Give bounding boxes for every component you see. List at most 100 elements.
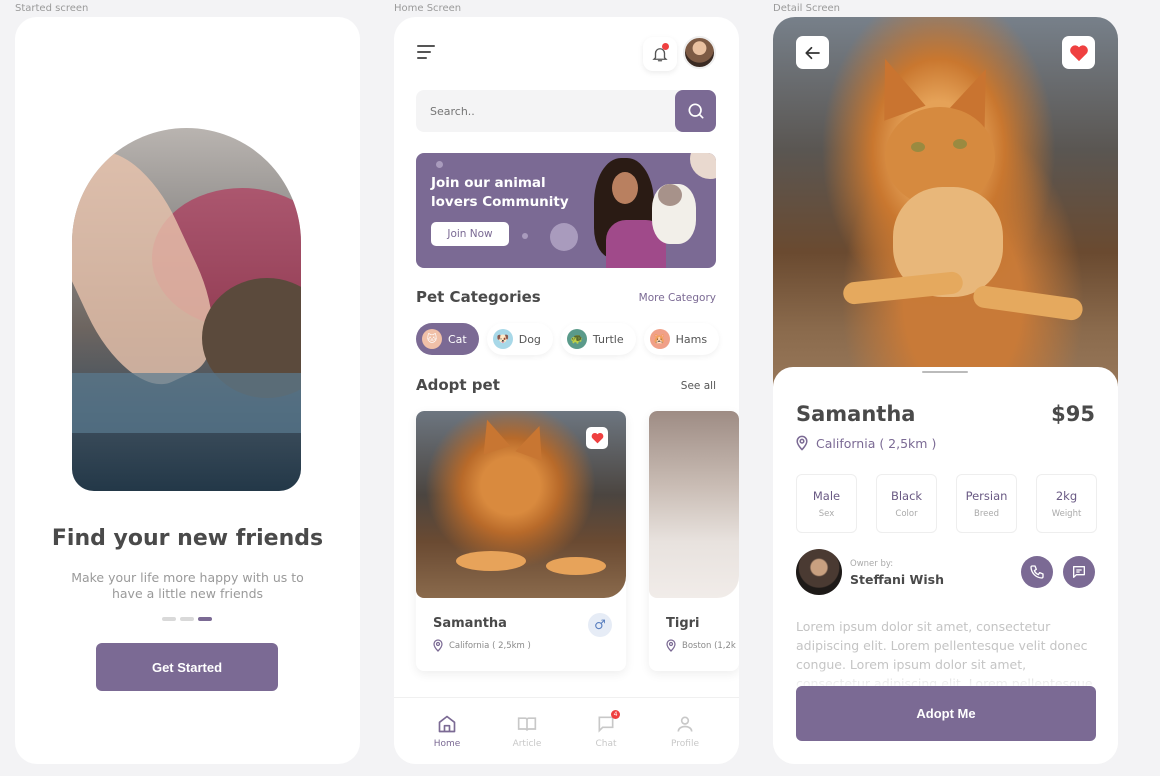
pet-location: California ( 2,5km )	[796, 435, 936, 451]
profile-icon	[677, 716, 693, 732]
book-icon	[517, 717, 537, 731]
turtle-icon: 🐢	[566, 329, 587, 349]
nav-item-home[interactable]: Home	[417, 714, 477, 749]
category-label: Cat	[448, 332, 467, 346]
search-bar	[416, 90, 716, 132]
dog-icon: 🐶	[492, 329, 513, 349]
pet-location-text: Boston (1,2k	[682, 640, 736, 651]
search-button[interactable]	[675, 90, 716, 132]
phone-icon	[1030, 565, 1044, 579]
heart-icon	[1069, 44, 1088, 61]
category-label: Dog	[518, 332, 541, 346]
screen-label-detail: Detail Screen	[773, 3, 841, 14]
user-avatar[interactable]	[683, 36, 716, 69]
category-chip-cat[interactable]: 🐱 Cat	[416, 323, 479, 355]
adopt-title: Adopt pet	[416, 376, 500, 394]
owner-label: Owner by:	[850, 559, 894, 569]
attribute-value: Male	[812, 488, 841, 503]
message-button[interactable]	[1063, 556, 1095, 588]
male-icon: ♂	[588, 613, 612, 637]
nav-label: Article	[512, 739, 542, 749]
arrow-left-icon	[804, 46, 820, 59]
pet-location-text: California ( 2,5km )	[816, 435, 937, 451]
banner-photo-woman-with-cat	[594, 158, 709, 268]
attribute-breed: Persian Breed	[956, 474, 1017, 533]
attribute-key: Weight	[1051, 508, 1082, 519]
categories-title: Pet Categories	[416, 288, 541, 306]
detail-screen: Samantha $95 California ( 2,5km ) Male S…	[773, 17, 1118, 764]
drag-handle[interactable]	[922, 371, 968, 373]
pet-location: California ( 2,5km )	[433, 639, 531, 652]
search-input[interactable]	[416, 90, 672, 132]
category-chips: 🐱 Cat 🐶 Dog 🐢 Turtle 🐹 Hams	[416, 323, 720, 355]
pet-name: Samantha	[796, 402, 916, 426]
screen-label-home: Home Screen	[394, 3, 462, 14]
pet-location-text: California ( 2,5km )	[449, 640, 531, 651]
call-button[interactable]	[1021, 556, 1053, 588]
cat-icon: 🐱	[422, 329, 442, 349]
nav-label: Chat	[595, 739, 617, 749]
favorite-button[interactable]	[586, 427, 608, 449]
pet-name: Samantha	[433, 616, 507, 631]
pet-description: Lorem ipsum dolor sit amet, consectetur …	[796, 617, 1096, 689]
pet-photo-white-cat	[649, 411, 739, 598]
search-icon	[688, 103, 703, 119]
page-indicator	[162, 617, 212, 621]
pet-price: $95	[1051, 402, 1095, 426]
attribute-value: 2kg	[1055, 488, 1078, 503]
category-chip-hamster[interactable]: 🐹 Hams	[643, 323, 720, 355]
favorite-button[interactable]	[1062, 36, 1095, 69]
hero-image-high-five	[72, 128, 301, 491]
attribute-value: Black	[890, 488, 923, 503]
hamster-icon: 🐹	[649, 329, 670, 349]
home-screen: Join our animal lovers Community Join No…	[394, 17, 739, 764]
heart-icon	[591, 432, 603, 444]
location-pin-icon	[796, 435, 808, 451]
see-all-link[interactable]: See all	[681, 380, 716, 392]
attribute-value: Persian	[965, 488, 1008, 503]
join-now-button[interactable]: Join Now	[431, 222, 509, 246]
attribute-sex: Male Sex	[796, 474, 857, 533]
get-started-button[interactable]: Get Started	[96, 643, 278, 691]
adopt-me-button[interactable]: Adopt Me	[796, 686, 1096, 741]
nav-item-profile[interactable]: Profile	[655, 714, 715, 749]
category-chip-turtle[interactable]: 🐢 Turtle	[560, 323, 636, 355]
community-banner: Join our animal lovers Community Join No…	[416, 153, 716, 268]
banner-title: Join our animal lovers Community	[431, 175, 569, 210]
attribute-key: Sex	[818, 508, 835, 519]
nav-item-article[interactable]: Article	[497, 714, 557, 749]
home-icon	[438, 715, 456, 733]
pet-hero-photo	[773, 17, 1118, 397]
location-pin-icon	[433, 639, 443, 652]
message-icon	[1073, 566, 1085, 578]
chat-badge: 4	[611, 710, 620, 719]
pet-name: Tigri	[666, 616, 700, 631]
category-label: Turtle	[592, 332, 624, 346]
attribute-key: Breed	[974, 508, 999, 519]
back-button[interactable]	[796, 36, 829, 69]
page-dot	[162, 617, 176, 621]
notification-button[interactable]	[643, 37, 677, 71]
notification-dot	[662, 43, 669, 50]
nav-item-chat[interactable]: 4 Chat	[576, 710, 636, 749]
pet-card[interactable]: Tigri Boston (1,2k	[649, 411, 739, 671]
owner-avatar[interactable]	[796, 549, 842, 595]
page-dot	[180, 617, 194, 621]
detail-sheet: Samantha $95 California ( 2,5km ) Male S…	[773, 367, 1118, 764]
nav-label: Home	[433, 739, 461, 749]
attribute-weight: 2kg Weight	[1036, 474, 1097, 533]
bottom-nav: Home Article 4 Chat Profile	[394, 697, 739, 764]
onboarding-title: Find your new friends	[51, 526, 324, 551]
menu-icon[interactable]	[417, 45, 435, 59]
category-chip-dog[interactable]: 🐶 Dog	[486, 323, 553, 355]
started-screen: Find your new friends Make your life mor…	[15, 17, 360, 764]
location-pin-icon	[666, 639, 676, 652]
attribute-key: Color	[895, 508, 918, 519]
category-label: Hams	[675, 332, 708, 346]
onboarding-subtitle: Make your life more happy with us to hav…	[71, 570, 304, 601]
nav-label: Profile	[671, 739, 699, 749]
more-category-link[interactable]: More Category	[639, 292, 716, 304]
attribute-color: Black Color	[876, 474, 937, 533]
pet-card[interactable]: Samantha California ( 2,5km ) ♂	[416, 411, 626, 671]
page-dot-active	[198, 617, 212, 621]
